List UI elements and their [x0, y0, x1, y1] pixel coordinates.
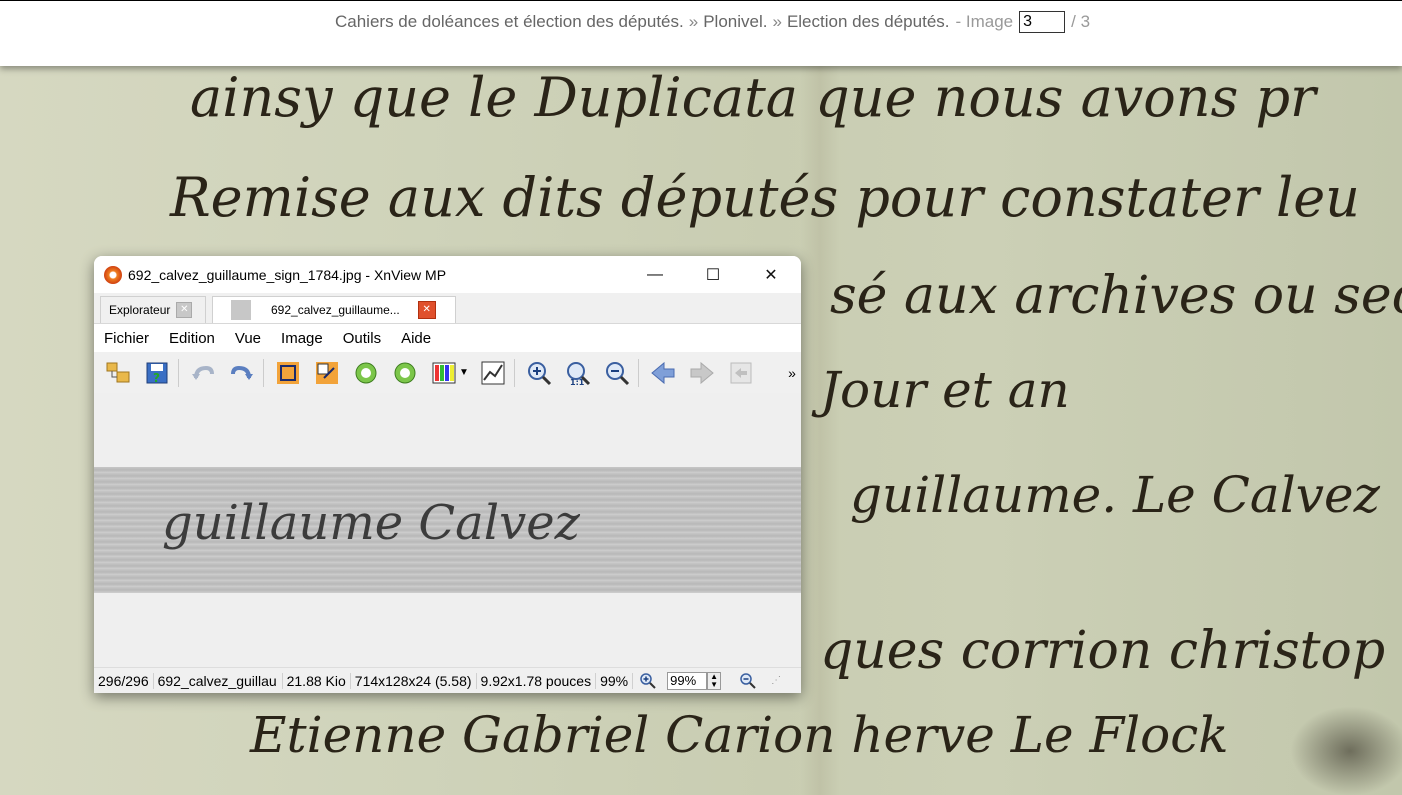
ink-stain — [1290, 706, 1402, 795]
signature-text: guillaume Calvez — [162, 495, 580, 551]
toolbar-divider — [263, 358, 264, 387]
svg-text:?: ? — [153, 371, 160, 385]
zoom-spinner[interactable]: ▲ ▼ — [707, 671, 722, 690]
status-index: 296/296 — [94, 672, 154, 689]
tab-label: Explorateur — [109, 303, 171, 317]
status-bar: 296/296 692_calvez_guillau 21.88 Kio 714… — [94, 667, 801, 693]
signature-image: guillaume Calvez — [94, 467, 801, 593]
tab-label: 692_calvez_guillaume... — [271, 303, 400, 317]
toolbar: ? ▼ 1:1 » — [94, 352, 801, 394]
next-image-icon[interactable] — [687, 358, 717, 388]
zoom-out-icon[interactable] — [602, 358, 632, 388]
xnview-window: 692_calvez_guillaume_sign_1784.jpg - XnV… — [94, 256, 801, 693]
zoom-level-input[interactable]: 99% — [667, 671, 708, 690]
status-zoom-out-icon[interactable] — [739, 672, 757, 690]
undo-icon[interactable] — [188, 358, 218, 388]
menu-bar: Fichier Edition Vue Image Outils Aide — [94, 324, 801, 352]
resize-icon[interactable] — [312, 358, 342, 388]
save-icon[interactable]: ? — [142, 358, 172, 388]
tab-explorateur[interactable]: Explorateur ✕ — [100, 296, 206, 323]
zoom-in-icon[interactable] — [524, 358, 554, 388]
image-viewer[interactable]: guillaume Calvez — [94, 393, 801, 668]
breadcrumb: Cahiers de doléances et élection des dép… — [335, 11, 1090, 33]
crop-icon[interactable] — [273, 358, 303, 388]
menu-image[interactable]: Image — [281, 330, 323, 347]
tab-bar: Explorateur ✕ 692_calvez_guillaume... ✕ — [94, 293, 801, 324]
thumbnail-icon — [231, 300, 251, 320]
breadcrumb-separator: » — [772, 12, 782, 31]
status-zoom-in-icon[interactable] — [639, 672, 657, 690]
breadcrumb-separator: » — [688, 12, 699, 31]
manuscript-line: ques corrion christop — [820, 621, 1386, 681]
page-header: Cahiers de doléances et élection des dép… — [0, 0, 1402, 66]
breadcrumb-item-plonivel[interactable]: Plonivel. — [703, 12, 767, 32]
manuscript-line: ainsy que le Duplicata que nous avons pr — [190, 66, 1316, 129]
maximize-button[interactable]: ☐ — [684, 256, 742, 293]
window-title: 692_calvez_guillaume_sign_1784.jpg - XnV… — [128, 266, 447, 283]
previous-image-icon[interactable] — [648, 358, 678, 388]
menu-vue[interactable]: Vue — [235, 330, 261, 347]
tab-close-icon[interactable]: ✕ — [417, 301, 436, 319]
histogram-icon[interactable] — [478, 358, 508, 388]
toolbar-divider — [514, 358, 515, 387]
image-label: - Image — [955, 12, 1014, 31]
status-dimensions: 714x128x24 (5.58) — [351, 672, 477, 689]
toolbar-divider — [178, 358, 179, 387]
resize-grip-icon[interactable]: ⋰ — [771, 675, 781, 686]
rotate-left-icon[interactable] — [351, 358, 381, 388]
manuscript-line: guillaume. Le Calvez — [850, 466, 1380, 524]
redo-icon[interactable] — [227, 358, 257, 388]
rotate-right-icon[interactable] — [390, 358, 420, 388]
dropdown-arrow-icon[interactable]: ▼ — [459, 358, 469, 388]
menu-outils[interactable]: Outils — [343, 330, 381, 347]
minimize-button[interactable]: — — [626, 256, 684, 293]
close-button[interactable]: ✕ — [742, 256, 800, 293]
breadcrumb-item-election[interactable]: Election des députés. — [787, 12, 950, 32]
xnview-app-icon — [104, 265, 122, 284]
status-filename: 692_calvez_guillau — [154, 672, 283, 689]
menu-edition[interactable]: Edition — [169, 330, 215, 347]
tab-image[interactable]: 692_calvez_guillaume... ✕ — [212, 296, 456, 323]
image-total: / 3 — [1071, 12, 1091, 31]
zoom-actual-size-icon[interactable]: 1:1 — [563, 358, 593, 388]
menu-fichier[interactable]: Fichier — [104, 330, 149, 347]
image-number-input[interactable] — [1019, 11, 1066, 33]
toolbar-divider — [638, 358, 639, 387]
status-print-size: 9.92x1.78 pouces — [477, 672, 597, 689]
return-browser-icon[interactable] — [726, 358, 756, 388]
tab-close-icon[interactable]: ✕ — [176, 302, 193, 318]
toolbar-overflow-button[interactable]: » — [785, 358, 799, 388]
status-zoom-percent: 99% — [596, 672, 634, 689]
breadcrumb-item-cahiers[interactable]: Cahiers de doléances et élection des dép… — [335, 12, 684, 32]
manuscript-line: sé aux archives ou secr — [830, 266, 1402, 326]
status-filesize: 21.88 Kio — [283, 672, 351, 689]
color-adjust-icon[interactable] — [429, 358, 459, 388]
manuscript-line: Jour et an — [820, 361, 1070, 419]
window-titlebar[interactable]: 692_calvez_guillaume_sign_1784.jpg - XnV… — [94, 256, 801, 293]
browse-folder-icon[interactable] — [103, 358, 133, 388]
manuscript-line: Remise aux dits députés pour constater l… — [170, 166, 1360, 229]
menu-aide[interactable]: Aide — [401, 330, 431, 347]
manuscript-line: Etienne Gabriel Carion herve Le Flock — [250, 706, 1229, 764]
